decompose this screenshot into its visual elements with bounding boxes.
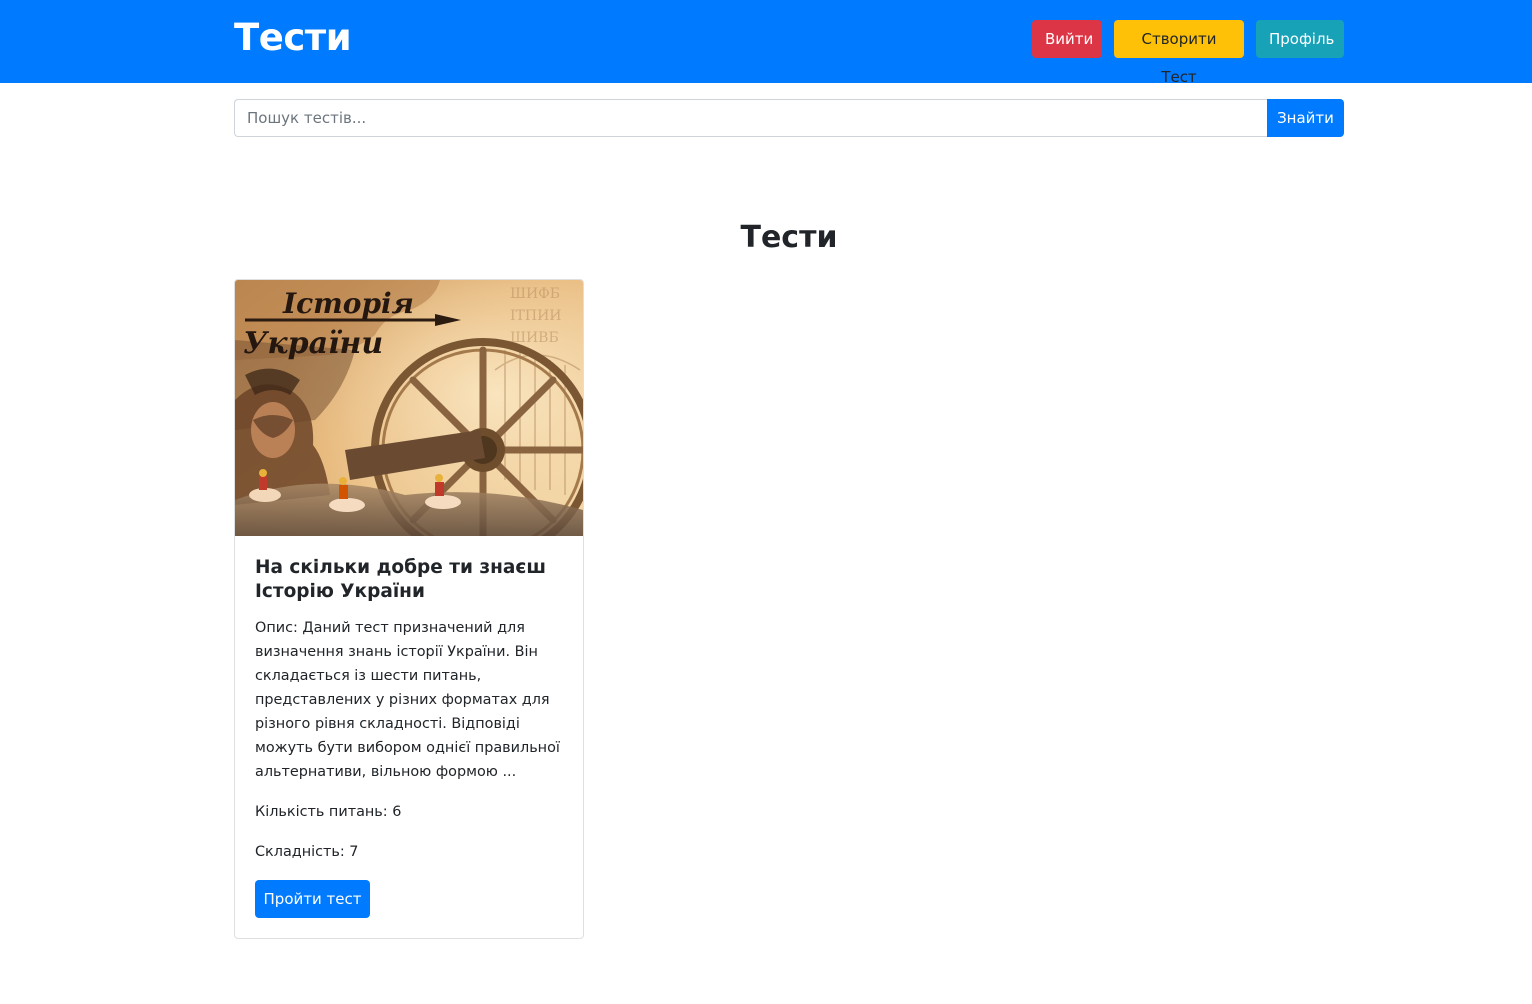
svg-text:ШИФБ: ШИФБ (510, 286, 560, 302)
test-card: ШИФБ ІТПИИ ШИВБ Історія України На скіль… (234, 279, 584, 939)
logout-button[interactable]: Вийти (1032, 20, 1102, 58)
search-input[interactable] (234, 99, 1268, 137)
search-button[interactable]: Знайти (1267, 99, 1344, 137)
brand-title[interactable]: Тести (234, 14, 352, 62)
difficulty: Складність: 7 (255, 844, 359, 860)
test-cover-caption-line2: України (243, 326, 384, 361)
create-test-button[interactable]: Створити Тест (1114, 20, 1244, 86)
start-test-button[interactable]: Пройти тест (255, 880, 370, 918)
test-cover-caption: Історія України (243, 287, 414, 360)
top-navbar: Тести Вийти Створити Тест Профіль (0, 0, 1532, 86)
questions-count: Кількість питань: 6 (255, 804, 402, 820)
profile-button[interactable]: Профіль (1256, 20, 1344, 58)
test-description: Опис: Даний тест призначений для визначе… (255, 620, 560, 780)
page-title: Тести (740, 220, 838, 255)
test-title: На скільки добре ти знаєш Історію Україн… (255, 557, 547, 602)
svg-text:ІТПИИ: ІТПИИ (510, 308, 562, 324)
test-cover-caption-line1: Історія (283, 287, 414, 320)
